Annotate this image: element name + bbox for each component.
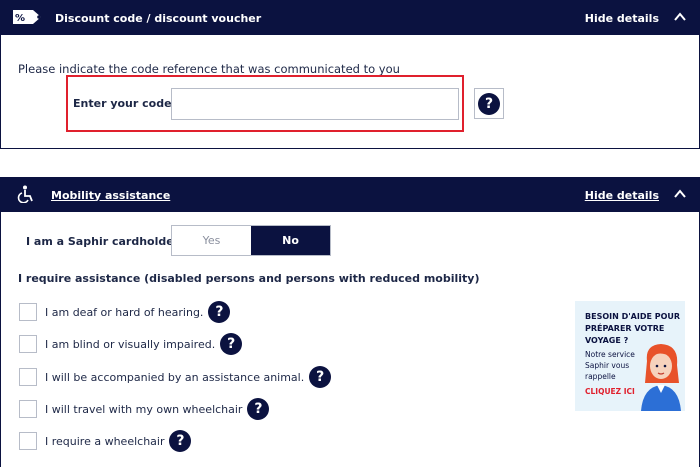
option-label: I am blind or visually impaired. [45,337,216,351]
mobility-panel: Mobility assistance Hide details I am a … [0,177,700,467]
svg-text:%: % [15,13,25,24]
checkbox[interactable] [19,432,37,450]
option-blind: I am blind or visually impaired. ? [19,333,243,355]
chevron-up-icon[interactable] [673,10,687,27]
banner-cta[interactable]: CLIQUEZ ICI [585,387,635,396]
option-label: I am deaf or hard of hearing. [45,305,204,319]
checkbox[interactable] [19,368,37,386]
discount-panel: % Discount code / discount voucher Hide … [0,0,700,149]
discount-voucher-icon: % [13,9,45,28]
assistance-requirement-title: I require assistance (disabled persons a… [18,272,480,285]
option-label: I will travel with my own wheelchair [45,402,243,416]
discount-panel-header[interactable]: % Discount code / discount voucher Hide … [1,1,699,35]
help-icon: ? [478,92,500,115]
option-label: I require a wheelchair [45,434,165,448]
option-own-wheelchair: I will travel with my own wheelchair ? [19,398,270,420]
option-label: I will be accompanied by an assistance a… [45,370,305,384]
help-icon[interactable]: ? [208,301,231,323]
discount-hide-details-link[interactable]: Hide details [585,12,659,25]
saphir-toggle: Yes No [171,225,331,256]
mobility-hide-details-link[interactable]: Hide details [585,189,659,202]
checkbox[interactable] [19,335,37,353]
mobility-panel-header[interactable]: Mobility assistance Hide details [1,178,699,212]
help-icon[interactable]: ? [247,398,270,420]
mobility-panel-title[interactable]: Mobility assistance [51,189,585,202]
code-help-button[interactable]: ? [474,88,504,119]
discount-panel-title: Discount code / discount voucher [55,11,262,25]
help-icon[interactable]: ? [169,430,192,452]
code-intro-text: Please indicate the code reference that … [18,62,400,76]
code-label: Enter your code [73,97,172,110]
assistant-illustration [641,344,681,411]
wheelchair-icon [13,185,41,206]
saphir-help-banner[interactable]: BESOIN D'AIDE POUR PRÉPARER VOTRE VOYAGE… [575,301,685,411]
checkbox[interactable] [19,400,37,418]
saphir-no-option[interactable]: No [251,226,330,255]
help-icon[interactable]: ? [309,366,332,388]
option-deaf: I am deaf or hard of hearing. ? [19,301,231,323]
help-icon[interactable]: ? [220,333,243,355]
saphir-yes-option[interactable]: Yes [172,226,251,255]
saphir-cardholder-label: I am a Saphir cardholder [26,235,180,248]
option-assistance-animal: I will be accompanied by an assistance a… [19,366,332,388]
checkbox[interactable] [19,303,37,321]
option-require-wheelchair: I require a wheelchair ? [19,430,192,452]
chevron-up-icon[interactable] [673,187,687,204]
code-input[interactable] [171,88,459,120]
